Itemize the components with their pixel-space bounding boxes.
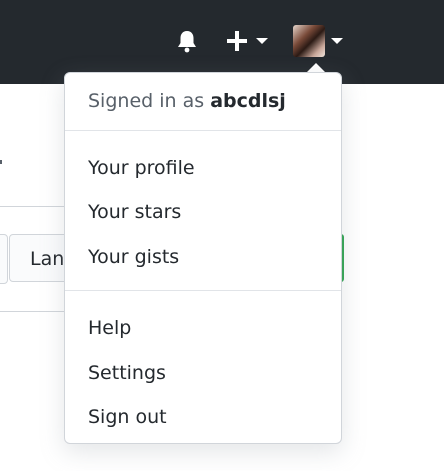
caret-down-icon[interactable] xyxy=(256,37,268,45)
caret-down-icon[interactable] xyxy=(331,37,343,45)
menu-item-help[interactable]: Help xyxy=(65,308,341,348)
menu-divider xyxy=(65,290,341,291)
menu-item-your-gists[interactable]: Your gists xyxy=(65,237,341,277)
plus-icon[interactable] xyxy=(224,28,250,54)
menu-item-settings[interactable]: Settings xyxy=(65,353,341,393)
signed-in-header: Signed in as abcdlsj xyxy=(88,90,286,112)
menu-item-your-profile[interactable]: Your profile xyxy=(65,148,341,188)
menu-item-sign-out[interactable]: Sign out xyxy=(65,397,341,437)
bell-icon[interactable] xyxy=(174,28,200,54)
background-divider xyxy=(0,311,70,312)
signed-in-label: Signed in as xyxy=(88,90,205,112)
background-divider xyxy=(0,206,70,207)
username: abcdlsj xyxy=(210,90,286,112)
background-text-fragment xyxy=(0,160,2,164)
user-menu-dropdown: Signed in as abcdlsj Your profile Your s… xyxy=(64,72,342,444)
menu-divider xyxy=(65,130,341,131)
background-button[interactable] xyxy=(0,234,8,284)
menu-item-your-stars[interactable]: Your stars xyxy=(65,192,341,232)
avatar[interactable] xyxy=(293,25,325,57)
